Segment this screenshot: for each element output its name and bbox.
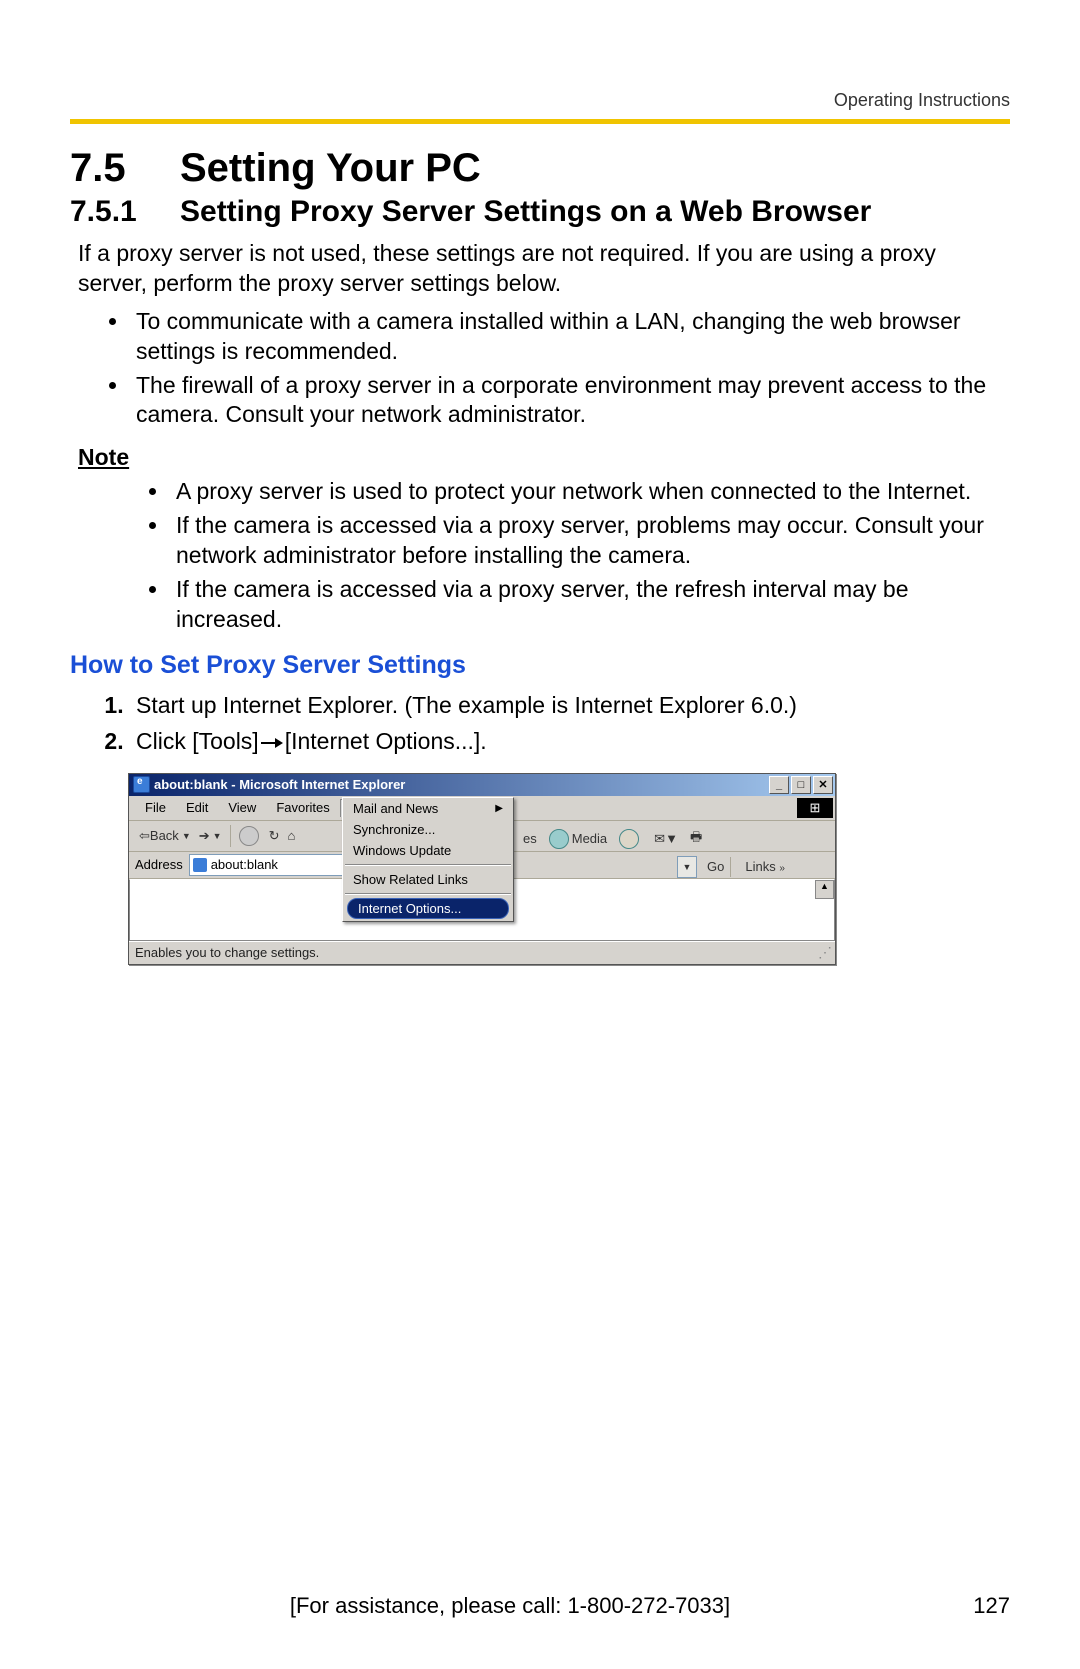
note-label: Note	[78, 444, 1010, 471]
bullet-item: If the camera is accessed via a proxy se…	[170, 575, 1010, 635]
menu-view[interactable]: View	[218, 798, 266, 817]
menu-file[interactable]: File	[135, 798, 176, 817]
window-titlebar[interactable]: about:blank - Microsoft Internet Explore…	[129, 774, 835, 796]
intro-bullets: To communicate with a camera installed w…	[70, 307, 1010, 431]
arrow-icon	[261, 737, 283, 749]
resize-grip-icon[interactable]: ⋰	[818, 944, 829, 961]
page-number: 127	[950, 1593, 1010, 1619]
step-text-part1: Click [Tools]	[136, 728, 259, 754]
bullet-item: The firewall of a proxy server in a corp…	[130, 371, 1010, 431]
refresh-button[interactable]: ↻	[265, 826, 284, 846]
bullet-item: To communicate with a camera installed w…	[130, 307, 1010, 367]
mail-button[interactable]: ✉▼	[648, 829, 684, 849]
section-heading: 7.5Setting Your PC	[70, 146, 1010, 191]
window-title: about:blank - Microsoft Internet Explore…	[154, 777, 405, 792]
bullet-item: If the camera is accessed via a proxy se…	[170, 511, 1010, 571]
history-button[interactable]	[613, 827, 648, 851]
history-icon	[619, 829, 639, 849]
intro-paragraph: If a proxy server is not used, these set…	[70, 239, 1010, 299]
links-label[interactable]: Links »	[745, 859, 785, 874]
ie-icon	[133, 776, 150, 793]
menu-item-mail-and-news[interactable]: Mail and News▶	[343, 798, 513, 819]
back-button[interactable]: ⇦ Back▼	[135, 826, 195, 846]
addressbar-right: ▼ Go Links »	[517, 856, 827, 878]
steps-list: Start up Internet Explorer. (The example…	[70, 688, 1010, 759]
ie-window: about:blank - Microsoft Internet Explore…	[128, 773, 836, 965]
menu-item-windows-update[interactable]: Windows Update	[343, 840, 513, 861]
step-item: Start up Internet Explorer. (The example…	[130, 688, 1010, 723]
section-number: 7.5	[70, 146, 180, 191]
menu-favorites[interactable]: Favorites	[266, 798, 339, 817]
header-rule	[70, 119, 1010, 124]
forward-button[interactable]: ➔▼	[195, 826, 226, 846]
stop-button[interactable]	[235, 824, 265, 848]
running-header: Operating Instructions	[70, 90, 1010, 111]
minimize-button[interactable]: _	[769, 776, 789, 794]
subsection-heading: 7.5.1Setting Proxy Server Settings on a …	[70, 195, 1010, 229]
media-button[interactable]: Media	[543, 827, 613, 851]
toolbar-right: es Media ✉▼ 🖶	[517, 826, 708, 852]
favorites-button[interactable]: es	[517, 829, 543, 848]
windows-logo-icon: ⊞	[797, 798, 833, 818]
status-bar: Enables you to change settings. ⋰	[129, 941, 835, 964]
tools-dropdown: Mail and News▶ Synchronize... Windows Up…	[342, 797, 514, 922]
page-icon	[193, 858, 207, 872]
subsection-title: Setting Proxy Server Settings on a Web B…	[180, 195, 871, 228]
print-button[interactable]: 🖶	[684, 826, 708, 852]
menu-item-show-related-links[interactable]: Show Related Links	[343, 869, 513, 890]
footer-assist: [For assistance, please call: 1-800-272-…	[70, 1593, 950, 1619]
address-value: about:blank	[211, 857, 278, 872]
step-item: Click [Tools] [Internet Options...].	[130, 724, 1010, 759]
subsection-number: 7.5.1	[70, 195, 180, 229]
go-button[interactable]: Go	[707, 859, 724, 874]
stop-icon	[239, 826, 259, 846]
note-bullets: A proxy server is used to protect your n…	[70, 477, 1010, 634]
menu-item-synchronize[interactable]: Synchronize...	[343, 819, 513, 840]
howto-heading: How to Set Proxy Server Settings	[70, 651, 1010, 680]
page-footer: [For assistance, please call: 1-800-272-…	[70, 1593, 1010, 1619]
scroll-up-button[interactable]: ▲	[815, 880, 834, 899]
menu-edit[interactable]: Edit	[176, 798, 218, 817]
maximize-button[interactable]: □	[791, 776, 811, 794]
address-label: Address	[135, 857, 183, 872]
menu-separator	[345, 864, 511, 866]
address-dropdown-button[interactable]: ▼	[677, 856, 697, 878]
menu-item-internet-options[interactable]: Internet Options...	[347, 898, 509, 919]
status-text: Enables you to change settings.	[135, 945, 319, 960]
step-text-part2: [Internet Options...].	[285, 728, 487, 754]
bullet-item: A proxy server is used to protect your n…	[170, 477, 1010, 507]
home-button[interactable]: ⌂	[283, 826, 299, 845]
menu-separator	[345, 893, 511, 895]
close-button[interactable]: ✕	[813, 776, 833, 794]
media-icon	[549, 829, 569, 849]
section-title: Setting Your PC	[180, 146, 481, 190]
